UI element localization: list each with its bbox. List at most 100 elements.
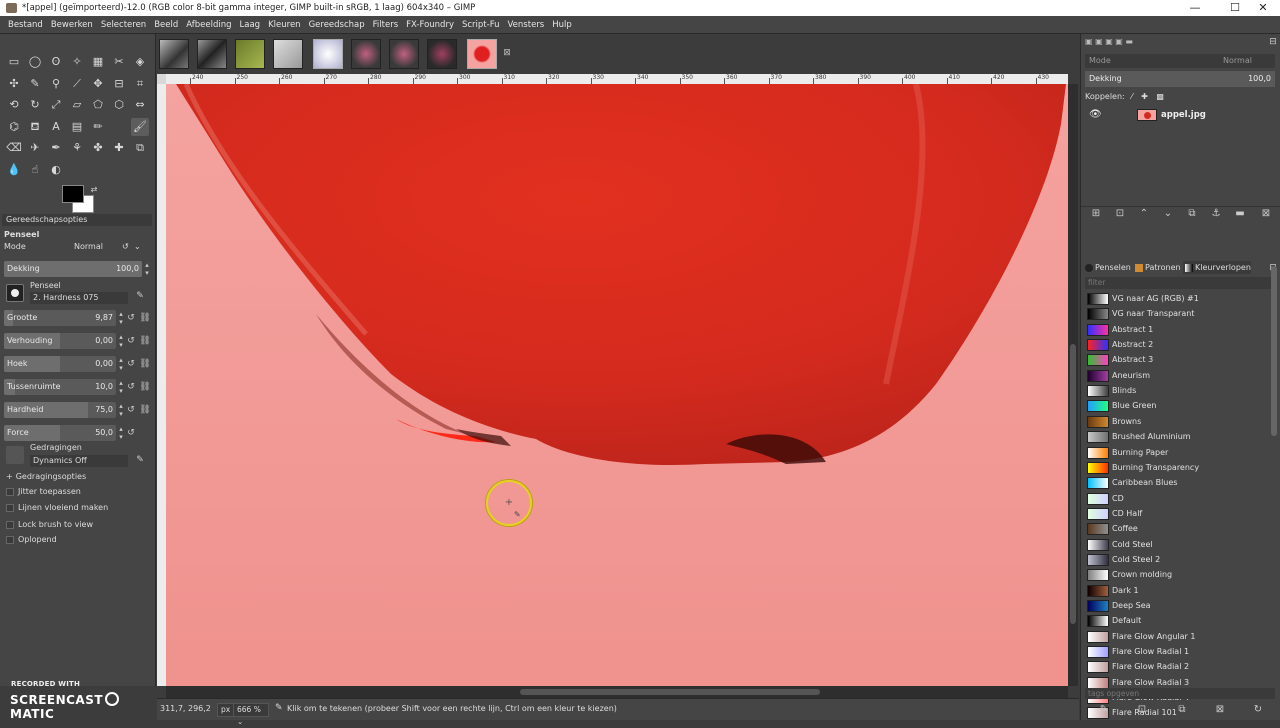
reset-icon[interactable]: ↺ <box>125 404 137 416</box>
link-icon[interactable]: ⛓ <box>139 404 151 416</box>
free-select-icon[interactable]: ʘ <box>47 53 65 71</box>
incremental-checkbox[interactable]: Oplopend <box>6 533 57 547</box>
edit-gradient-icon[interactable]: ✎ <box>1097 704 1111 716</box>
jitter-checkbox[interactable]: Jitter toepassen <box>6 485 81 499</box>
slider-spinner[interactable]: ▴ ▾ <box>117 356 125 372</box>
slider-grootte[interactable]: Grootte 9,87 <box>4 310 116 326</box>
dock-header-icons[interactable]: ▣ ▣ ▣ ▣ ▬ <box>1085 37 1145 47</box>
gradient-item[interactable]: Burning Transparency <box>1087 461 1277 475</box>
clone-icon[interactable]: ✤ <box>89 139 107 157</box>
zoom-icon[interactable]: ⚲ <box>47 75 65 93</box>
close-tab-icon[interactable]: ⊠ <box>501 47 513 59</box>
lock-brush-checkbox[interactable]: Lock brush to view <box>6 518 93 532</box>
crop-icon[interactable]: ⌗ <box>131 75 149 93</box>
reset-icon[interactable]: ↺ <box>125 312 137 324</box>
edit-dynamics-icon[interactable]: ✎ <box>134 454 146 466</box>
perspective-icon[interactable]: ⬠ <box>89 96 107 114</box>
gradient-item[interactable]: Brushed Aluminium <box>1087 430 1277 444</box>
slider-verhouding[interactable]: Verhouding 0,00 <box>4 333 116 349</box>
gradient-item[interactable]: CD Half <box>1087 507 1277 521</box>
gradient-item[interactable]: Cold Steel 2 <box>1087 553 1277 567</box>
delete-layer-icon[interactable]: ⊠ <box>1259 208 1273 220</box>
paths-icon[interactable]: ✣ <box>5 75 23 93</box>
eye-icon[interactable]: 👁 <box>1089 106 1102 124</box>
reset-mode-icon[interactable]: ↺ <box>122 238 129 256</box>
swap-colors-icon[interactable]: ⇄ <box>88 184 100 196</box>
select-by-color-icon[interactable]: ▦ <box>89 53 107 71</box>
link-icon[interactable]: ⛓ <box>139 335 151 347</box>
menu-script-fu[interactable]: Script-Fu <box>462 20 500 30</box>
gradient-item[interactable]: Flare Glow Radial 1 <box>1087 645 1277 659</box>
gradient-item[interactable]: Flare Glow Angular 1 <box>1087 630 1277 644</box>
foreground-color-swatch[interactable] <box>62 185 84 203</box>
image-tab-8[interactable] <box>427 39 457 69</box>
flip-icon[interactable]: ⇔ <box>131 96 149 114</box>
slider-hoek[interactable]: Hoek 0,00 <box>4 356 116 372</box>
blend-icon[interactable]: ▤ <box>68 118 86 136</box>
edit-brush-icon[interactable]: ✎ <box>134 290 146 302</box>
slider-spinner[interactable]: ▴ ▾ <box>117 402 125 418</box>
image-tab-3[interactable] <box>235 39 265 69</box>
duplicate-layer-icon[interactable]: ⧉ <box>1185 208 1199 220</box>
menu-fx-foundry[interactable]: FX-Foundry <box>406 20 454 30</box>
raise-layer-icon[interactable]: ⌃ <box>1137 208 1151 220</box>
refresh-gradients-icon[interactable]: ↻ <box>1251 704 1265 716</box>
scissors-icon[interactable]: ✂ <box>110 53 128 71</box>
gradient-item[interactable]: Crown molding <box>1087 568 1277 582</box>
dynamics-icon[interactable] <box>6 446 24 464</box>
reset-icon[interactable]: ↺ <box>125 358 137 370</box>
blur-icon[interactable]: 💧 <box>5 161 23 179</box>
delete-gradient-icon[interactable]: ⊠ <box>1213 704 1227 716</box>
link-icon[interactable]: ⛓ <box>139 312 151 324</box>
gradient-item[interactable]: CD <box>1087 492 1277 506</box>
lock-position-icon[interactable]: ✚ <box>1141 92 1148 101</box>
new-layer-group-icon[interactable]: ⊞ <box>1089 208 1103 220</box>
menu-laag[interactable]: Laag <box>240 20 261 30</box>
duplicate-gradient-icon[interactable]: ⧉ <box>1175 704 1189 716</box>
link-icon[interactable]: ⛓ <box>139 358 151 370</box>
reset-icon[interactable]: ↺ <box>125 381 137 393</box>
lower-layer-icon[interactable]: ⌄ <box>1161 208 1175 220</box>
close-window-button[interactable]: ✕ <box>1246 0 1280 16</box>
align-icon[interactable]: ⊟ <box>110 75 128 93</box>
anchor-layer-icon[interactable]: ⚓ <box>1209 208 1223 220</box>
gradient-item[interactable]: Cold Steel <box>1087 538 1277 552</box>
menu-vensters[interactable]: Vensters <box>508 20 545 30</box>
opacity-slider[interactable]: Dekking 100,0 <box>4 261 142 277</box>
image-tab-7[interactable] <box>389 39 419 69</box>
gradient-tags-input[interactable]: tags opgeven <box>1085 688 1275 699</box>
lock-pixels-icon[interactable]: ⁄ <box>1131 92 1132 101</box>
vertical-ruler[interactable] <box>157 84 166 686</box>
slider-spinner[interactable]: ▴ ▾ <box>117 425 125 441</box>
gradient-item[interactable]: Abstract 2 <box>1087 338 1277 352</box>
menu-hulp[interactable]: Hulp <box>552 20 572 30</box>
ink-icon[interactable]: ✒ <box>47 139 65 157</box>
reset-icon[interactable]: ↺ <box>125 335 137 347</box>
fuzzy-select-icon[interactable]: ✧ <box>68 53 86 71</box>
horizontal-scrollbar[interactable] <box>166 686 1068 698</box>
dynamics-options-expander[interactable]: + Gedragingsopties <box>6 470 86 484</box>
gradient-item[interactable]: Default <box>1087 614 1277 628</box>
gradient-item[interactable]: Abstract 1 <box>1087 323 1277 337</box>
dock-menu-icon[interactable]: ⊟ <box>1267 36 1279 48</box>
reset-icon[interactable]: ↺ <box>125 427 137 439</box>
layer-opacity-slider[interactable]: Dekking 100,0 <box>1085 71 1275 87</box>
move-icon[interactable]: ✥ <box>89 75 107 93</box>
mode-select[interactable]: Normal <box>74 238 103 256</box>
menu-kleuren[interactable]: Kleuren <box>268 20 300 30</box>
layer-row[interactable]: 👁 appel.jpg <box>1085 106 1275 124</box>
link-icon[interactable]: ⛓ <box>139 381 151 393</box>
paintbrush-icon[interactable]: 🖌 <box>131 118 149 136</box>
gradient-item[interactable]: Blinds <box>1087 384 1277 398</box>
smudge-icon[interactable]: ☝ <box>26 161 44 179</box>
menu-selecteren[interactable]: Selecteren <box>101 20 146 30</box>
new-gradient-icon[interactable]: ⊡ <box>1135 704 1149 716</box>
shear-icon[interactable]: ▱ <box>68 96 86 114</box>
menu-bestand[interactable]: Bestand <box>8 20 43 30</box>
perspective-clone-icon[interactable]: ⧉ <box>131 139 149 157</box>
dodge-burn-icon[interactable]: ◐ <box>47 161 65 179</box>
image-tab-4[interactable] <box>273 39 303 69</box>
menu-beeld[interactable]: Beeld <box>154 20 178 30</box>
brush-name-field[interactable]: 2. Hardness 075 <box>30 292 128 304</box>
menu-filters[interactable]: Filters <box>373 20 398 30</box>
